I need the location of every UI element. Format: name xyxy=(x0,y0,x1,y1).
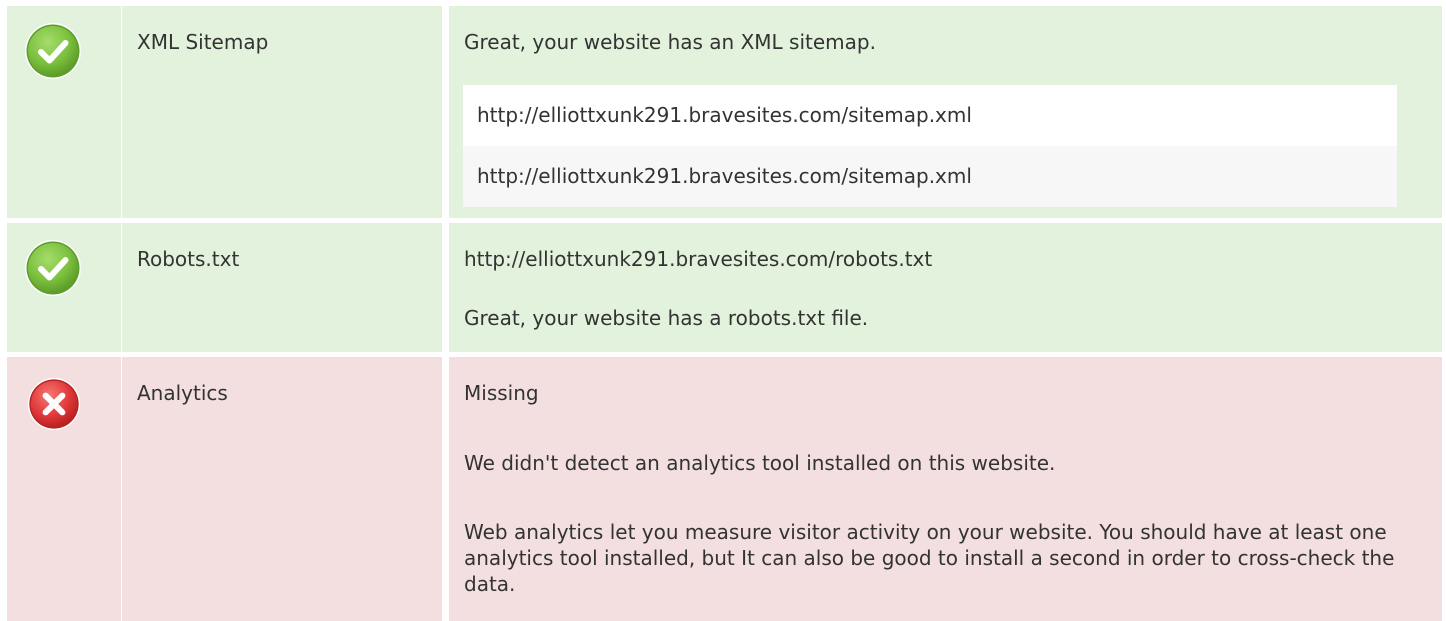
content-cell: Missing We didn't detect an analytics to… xyxy=(449,357,1442,621)
status-message: Great, your website has a robots.txt fil… xyxy=(464,306,869,330)
seo-report: XML Sitemap Great, your website has an X… xyxy=(0,0,1446,621)
label-cell: XML Sitemap xyxy=(122,6,442,218)
status-cell xyxy=(7,6,121,218)
status-cell xyxy=(7,357,121,621)
analytics-description: Web analytics let you measure visitor ac… xyxy=(464,520,1395,596)
label-cell: Robots.txt xyxy=(122,223,442,352)
check-circle-icon xyxy=(25,23,81,79)
robots-url: http://elliottxunk291.bravesites.com/rob… xyxy=(464,247,933,271)
error-x-circle-icon xyxy=(27,377,81,431)
row-analytics: Analytics Missing We didn't detect an an… xyxy=(0,357,1446,621)
check-circle-icon xyxy=(25,240,81,296)
sitemap-url: http://elliottxunk291.bravesites.com/sit… xyxy=(463,85,1397,146)
status-text: Missing xyxy=(464,381,539,405)
sitemap-url: http://elliottxunk291.bravesites.com/sit… xyxy=(463,146,1397,207)
status-message: We didn't detect an analytics tool insta… xyxy=(464,451,1056,475)
row-robots-txt: Robots.txt http://elliottxunk291.bravesi… xyxy=(0,223,1446,352)
status-cell xyxy=(7,223,121,352)
check-label: XML Sitemap xyxy=(137,30,269,54)
sitemap-url-list: http://elliottxunk291.bravesites.com/sit… xyxy=(463,85,1397,207)
row-xml-sitemap: XML Sitemap Great, your website has an X… xyxy=(0,6,1446,218)
content-cell: http://elliottxunk291.bravesites.com/rob… xyxy=(449,223,1442,352)
status-message: Great, your website has an XML sitemap. xyxy=(464,30,876,54)
check-label: Analytics xyxy=(137,381,228,405)
content-cell: Great, your website has an XML sitemap. … xyxy=(449,6,1442,218)
label-cell: Analytics xyxy=(122,357,442,621)
check-label: Robots.txt xyxy=(137,247,240,271)
